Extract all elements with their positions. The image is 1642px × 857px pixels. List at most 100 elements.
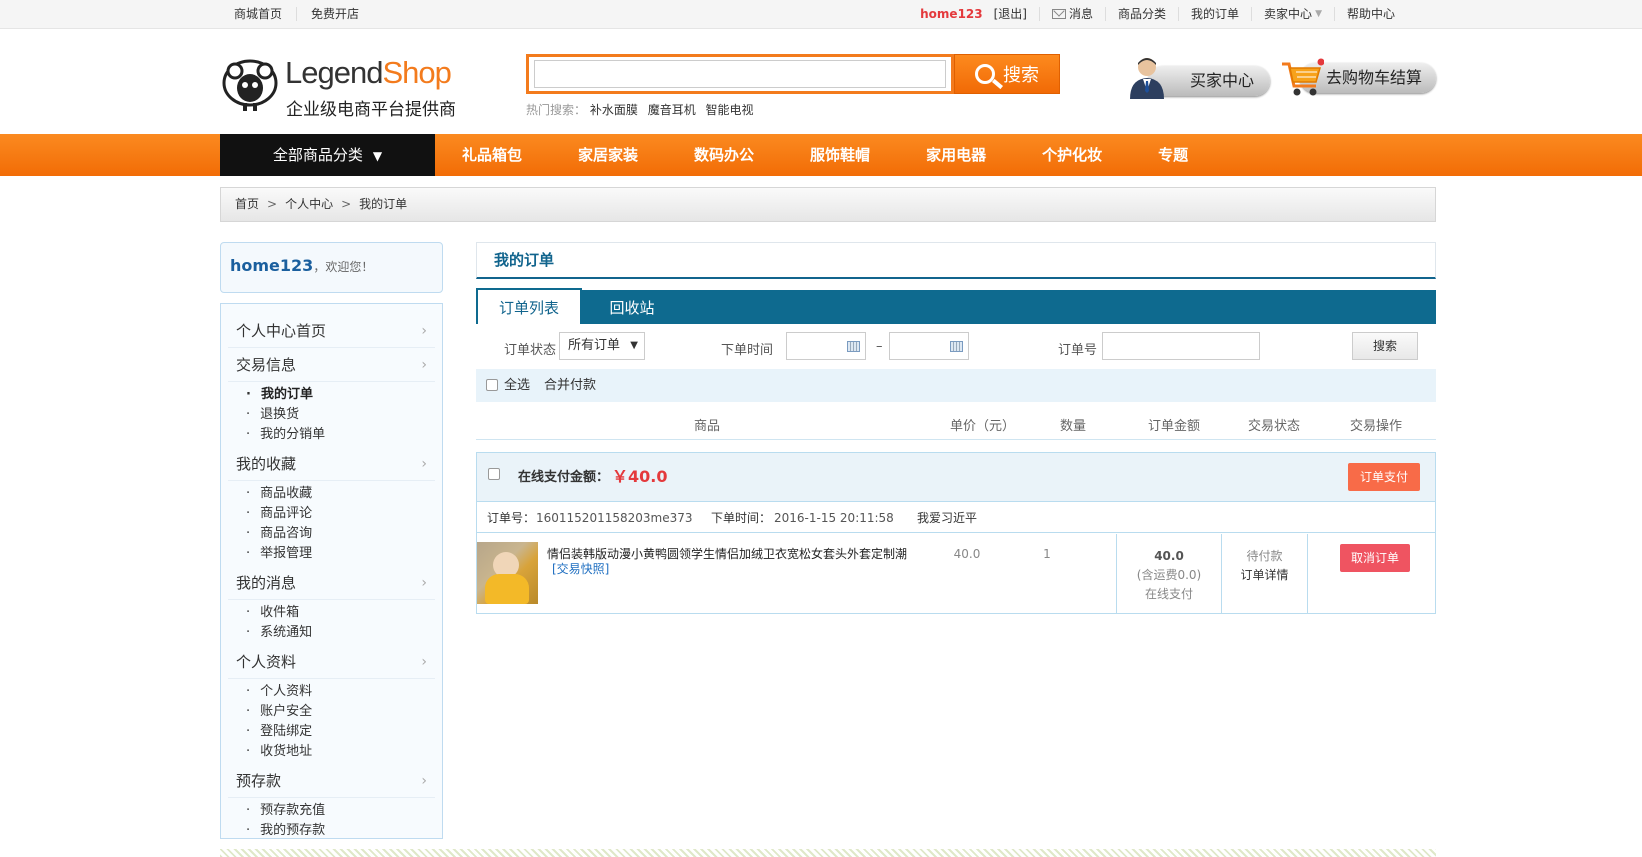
sidebar-item[interactable]: 收件箱: [246, 603, 435, 623]
search-input[interactable]: [534, 60, 946, 88]
logo[interactable]: LegendShop 企业级电商平台提供商: [221, 53, 471, 120]
breadcrumb-personal-center[interactable]: 个人中心: [285, 197, 333, 211]
sidebar-username: home123: [230, 256, 314, 275]
col-quantity: 数量: [1060, 419, 1087, 434]
hot-keyword[interactable]: 智能电视: [706, 103, 754, 117]
sidebar-item[interactable]: 举报管理: [246, 544, 435, 564]
help-center-link[interactable]: 帮助中心: [1347, 7, 1395, 21]
sidebar-group-trade[interactable]: 交易信息 ›: [228, 348, 435, 382]
header: LegendShop 企业级电商平台提供商 搜索 热门搜索： 补水面膜 魔音耳机…: [0, 29, 1642, 134]
trade-snapshot-link[interactable]: [交易快照]: [552, 560, 609, 577]
select-all-label[interactable]: 全选: [504, 369, 530, 402]
order-filter: 订单状态 所有订单 ▼ 下单时间 – 订单号 搜索: [476, 327, 1436, 367]
sidebar-item[interactable]: 登陆绑定: [246, 722, 435, 742]
breadcrumb-home[interactable]: 首页: [235, 197, 259, 211]
search-button-label: 搜索: [1003, 65, 1039, 86]
chevron-right-icon: ›: [421, 455, 427, 472]
sidebar-item-distribution[interactable]: 我的分销单: [246, 425, 435, 445]
sidebar-group-deposit[interactable]: 预存款 ›: [228, 764, 435, 798]
search-button[interactable]: 搜索: [954, 54, 1060, 94]
shop-name[interactable]: 我爱习近平: [917, 503, 977, 533]
welcome-text: ，欢迎您！: [313, 260, 374, 274]
select-all-checkbox[interactable]: [486, 379, 498, 391]
breadcrumb: 首页 > 个人中心 > 我的订单: [220, 187, 1436, 222]
sidebar-group-messages[interactable]: 我的消息 ›: [228, 566, 435, 600]
page-title: 我的订单: [476, 242, 1436, 279]
filter-search-button[interactable]: 搜索: [1352, 332, 1418, 360]
trade-status-cell: 待付款 订单详情: [1222, 534, 1307, 613]
chevron-right-icon: ›: [421, 356, 427, 373]
start-date-field[interactable]: [786, 332, 866, 360]
sheep-logo-icon: [222, 59, 278, 111]
logout-link[interactable]: [退出]: [994, 7, 1027, 21]
hot-keyword[interactable]: 补水面膜: [590, 103, 638, 117]
quantity: 1: [1043, 547, 1051, 561]
chevron-right-icon: ›: [421, 653, 427, 670]
chevron-down-icon: ▼: [1315, 9, 1322, 19]
nav-link[interactable]: 家居家装: [578, 134, 638, 176]
categories-link[interactable]: 商品分类: [1118, 7, 1166, 21]
all-categories-menu[interactable]: 全部商品分类 ▼: [220, 134, 435, 176]
merge-pay-link[interactable]: 合并付款: [544, 369, 596, 402]
welcome-box: home123，欢迎您！: [220, 242, 443, 293]
sidebar-item[interactable]: 系统通知: [246, 623, 435, 643]
unit-price: 40.0: [953, 547, 981, 561]
sidebar-item[interactable]: 账户安全: [246, 702, 435, 722]
username-link[interactable]: home123: [920, 7, 982, 21]
trade-status: 待付款: [1246, 549, 1283, 563]
sidebar-item[interactable]: 预存款充值: [246, 801, 435, 821]
hot-keyword[interactable]: 魔音耳机: [648, 103, 696, 117]
sidebar-group-home[interactable]: 个人中心首页 ›: [228, 314, 435, 348]
nav-link[interactable]: 礼品箱包: [462, 134, 522, 176]
sidebar-item[interactable]: 个人资料: [246, 682, 435, 702]
sidebar-item[interactable]: 收货地址: [246, 742, 435, 762]
cart-checkout-button[interactable]: 去购物车结算: [1280, 58, 1436, 98]
sidebar-item[interactable]: 商品收藏: [246, 484, 435, 504]
chevron-right-icon: ›: [421, 772, 427, 789]
sidebar-group-profile[interactable]: 个人资料 ›: [228, 645, 435, 679]
product-thumbnail[interactable]: [477, 542, 538, 604]
user-avatar-icon: [1130, 58, 1164, 99]
sidebar-group-favorites[interactable]: 我的收藏 ›: [228, 447, 435, 481]
tab-recycle-bin[interactable]: 回收站: [582, 290, 682, 324]
nav-link[interactable]: 专题: [1158, 134, 1188, 176]
nav-link[interactable]: 数码办公: [694, 134, 754, 176]
order-time: 2016-1-15 20:11:58: [774, 511, 894, 525]
seller-center-menu[interactable]: 卖家中心 ▼: [1251, 7, 1334, 21]
search-box: [526, 54, 954, 94]
sidebar-item-my-orders[interactable]: 我的订单: [246, 385, 435, 405]
sidebar-item[interactable]: 我的预存款: [246, 821, 435, 841]
messages-link[interactable]: 消息: [1039, 7, 1105, 21]
chevron-right-icon: ›: [421, 322, 427, 339]
free-open-shop-link[interactable]: 免费开店: [311, 7, 373, 21]
sidebar-item[interactable]: 商品咨询: [246, 524, 435, 544]
sidebar-item-returns[interactable]: 退换货: [246, 405, 435, 425]
end-date-field[interactable]: [889, 332, 969, 360]
sidebar-item[interactable]: 商品评论: [246, 504, 435, 524]
order-no-input[interactable]: [1102, 332, 1260, 360]
date-range-dash: –: [876, 339, 883, 354]
cancel-order-button[interactable]: 取消订单: [1340, 544, 1410, 572]
mall-home-link[interactable]: 商城首页: [234, 7, 298, 21]
nav-link[interactable]: 家用电器: [926, 134, 986, 176]
order-pay-button[interactable]: 订单支付: [1348, 463, 1420, 491]
order-number: 160115201158203me373: [536, 511, 693, 525]
buyer-center-button[interactable]: 买家中心: [1128, 58, 1271, 99]
nav-link[interactable]: 个护化妆: [1042, 134, 1102, 176]
calendar-icon[interactable]: [950, 341, 963, 352]
caret-down-icon: ▼: [630, 340, 638, 351]
tab-order-list[interactable]: 订单列表: [476, 288, 582, 324]
breadcrumb-current: 我的订单: [359, 197, 408, 211]
nav-link[interactable]: 服饰鞋帽: [810, 134, 870, 176]
order-detail-link[interactable]: 订单详情: [1222, 566, 1307, 585]
my-orders-link[interactable]: 我的订单: [1191, 7, 1239, 21]
col-unit-price: 单价（元）: [950, 419, 1016, 434]
bulk-action-bar: 全选 合并付款: [476, 369, 1436, 402]
order-time-label: 下单时间: [721, 343, 774, 358]
logo-tagline: 企业级电商平台提供商: [286, 100, 456, 120]
mail-icon: [1052, 9, 1066, 19]
order-checkbox[interactable]: [488, 468, 500, 480]
order-card: 在线支付金额： ￥40.0 订单支付 订单号： 160115201158203m…: [476, 452, 1436, 614]
calendar-icon[interactable]: [847, 341, 860, 352]
order-status-select[interactable]: 所有订单 ▼: [559, 332, 645, 360]
